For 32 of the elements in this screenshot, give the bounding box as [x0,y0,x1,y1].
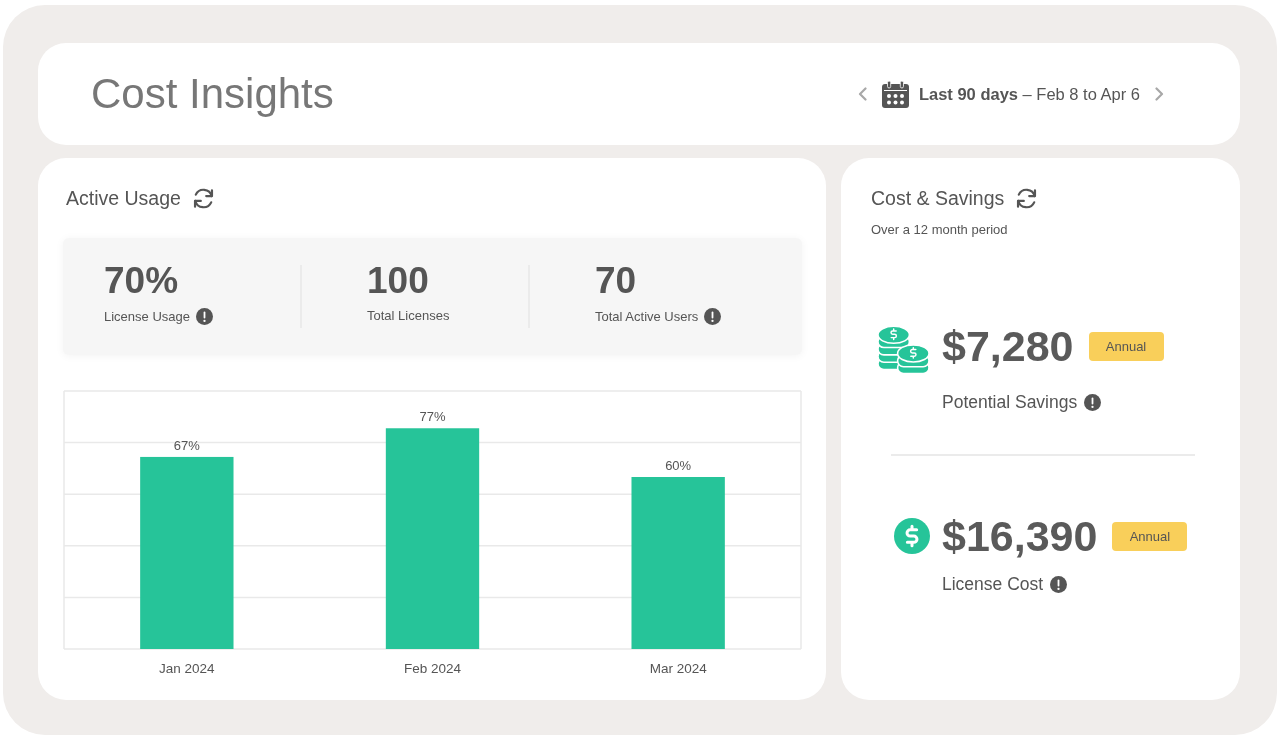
info-icon[interactable] [196,308,213,325]
calendar-icon [881,80,909,108]
amount-label: License Cost [942,574,1044,594]
info-icon[interactable] [1084,393,1102,411]
card-title: Active Usage [66,186,181,210]
page-title: Cost Insights [91,68,334,119]
bar-value-label: 67% [173,437,200,453]
amount-label: Potential Savings [942,392,1078,412]
card-subtitle: Over a 12 month period [871,221,1008,238]
x-axis-label: Mar 2024 [649,661,707,676]
stat-value: 100 [367,262,429,299]
stat-label: Total Active Users [595,308,699,325]
amount-value: $7,280 [942,325,1074,367]
bar-value-label: 77% [419,409,446,425]
stat-value: 70 [595,262,637,299]
x-axis-label: Jan 2024 [159,661,215,676]
chevron-left-icon [857,87,867,101]
bar-value-label: 60% [665,458,692,473]
period-badge: Annual [1112,521,1188,551]
chevron-right-icon [1155,87,1164,101]
amount-value: $16,390 [942,515,1098,557]
card-title: Cost & Savings [871,186,1005,210]
date-range-picker[interactable]: Last 90 days – Feb 8 to Apr 6 [881,80,1140,108]
coin-stacks-icon [877,325,930,375]
stat-label: License Usage [104,308,190,325]
stat-label: Total Licenses [367,308,450,324]
stat-value: 70% [104,262,179,299]
info-icon[interactable] [1050,575,1068,593]
x-axis-label: Feb 2024 [404,661,461,676]
info-icon[interactable] [704,308,722,325]
dollar-circle-icon [894,518,930,554]
period-badge: Annual [1088,331,1164,361]
